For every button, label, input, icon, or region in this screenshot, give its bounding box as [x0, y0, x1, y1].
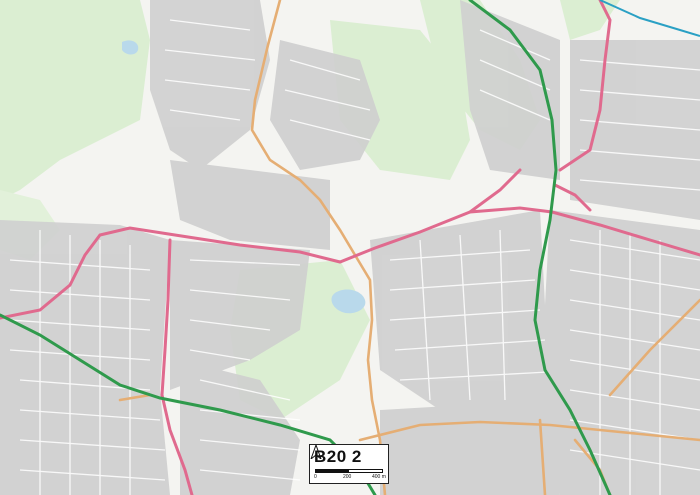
scale-mid-label: 200: [343, 474, 352, 480]
scale-bar: [315, 469, 383, 473]
north-arrow-icon: [310, 445, 322, 459]
map-graphics: [0, 0, 700, 495]
map-label-box: B20 2 0 200 400 m: [309, 444, 389, 484]
scale-end-label: 400 m: [372, 474, 386, 480]
scale-bar-segment: [316, 470, 349, 472]
map-canvas[interactable]: B20 2 0 200 400 m: [0, 0, 700, 495]
scale-start-label: 0: [314, 474, 317, 480]
